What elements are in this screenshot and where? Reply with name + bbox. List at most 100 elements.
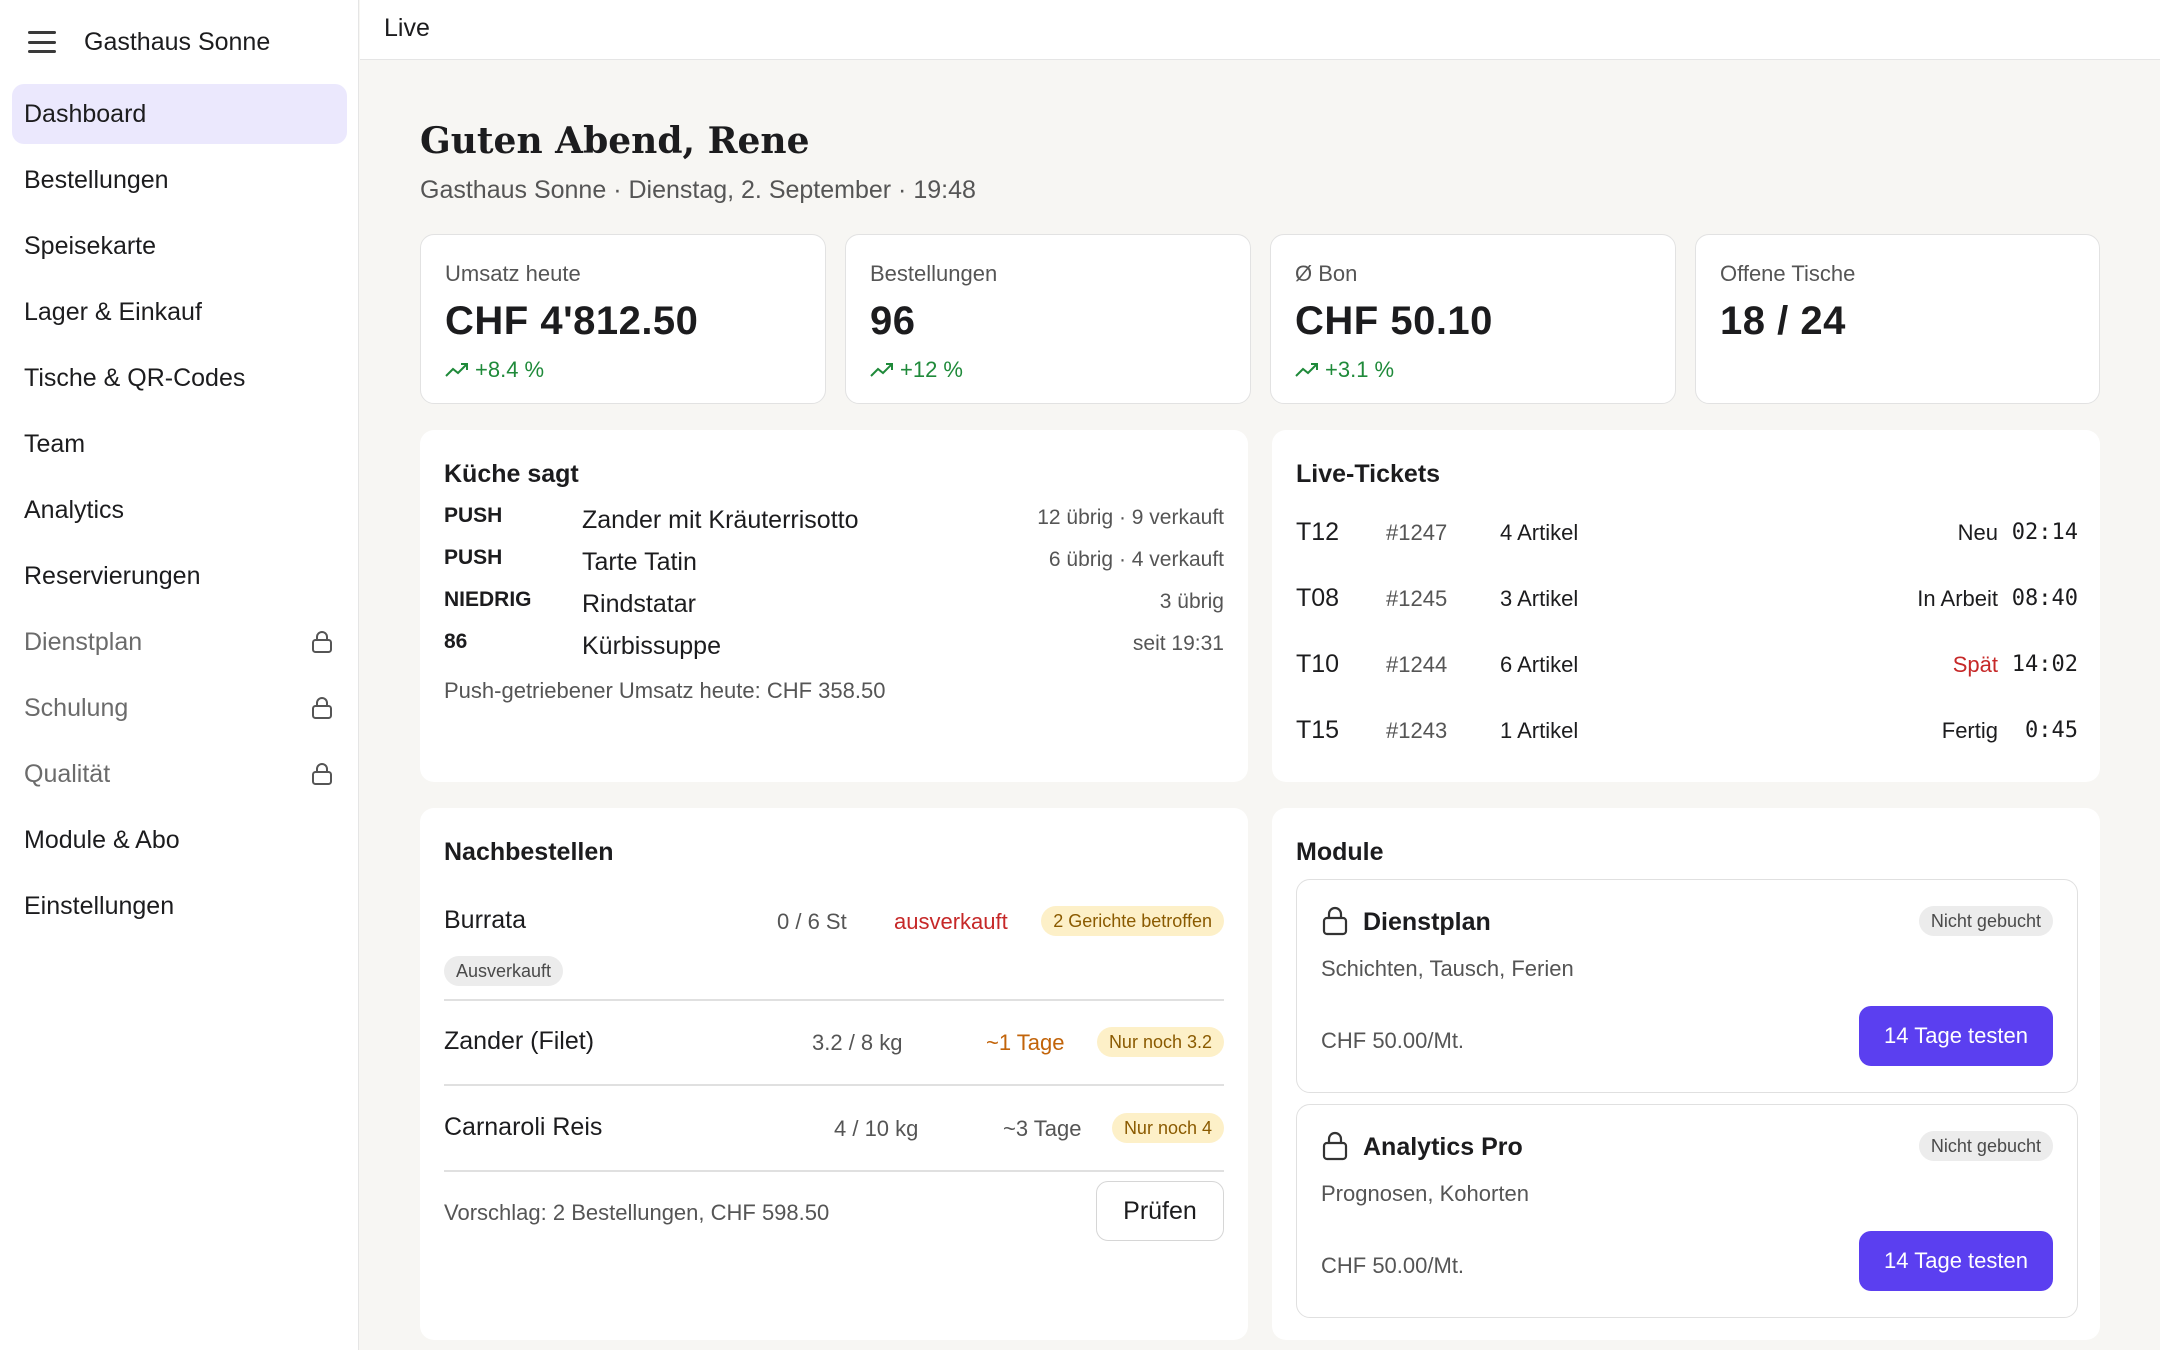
not-booked-badge: Nicht gebucht bbox=[1918, 1131, 2053, 1161]
reorder-item-name: Carnaroli Reis bbox=[444, 1113, 603, 1141]
reorder-item-qty: 4 / 10 kg bbox=[834, 1116, 919, 1141]
kpi-card-open-tables: Offene Tische 18 / 24 bbox=[1695, 234, 2100, 404]
ticket-items: 6 Artikel bbox=[1500, 652, 1579, 677]
sidebar-item-tische[interactable]: Tische & QR-Codes bbox=[12, 348, 347, 408]
top-bar: Live bbox=[360, 0, 2160, 60]
kpi-label: Offene Tische bbox=[1720, 261, 1856, 286]
lock-icon bbox=[1322, 906, 1348, 936]
stock-left-badge: Nur noch 3.2 bbox=[1096, 1027, 1224, 1057]
sidebar-item-module-abo[interactable]: Module & Abo bbox=[12, 810, 347, 870]
reorder-item-name: Burrata bbox=[444, 906, 526, 934]
lock-icon bbox=[312, 631, 332, 653]
check-button[interactable]: Prüfen bbox=[1096, 1181, 1224, 1241]
panel-title: Live-Tickets bbox=[1296, 460, 1441, 488]
kitchen-tag: NIEDRIG bbox=[444, 588, 532, 611]
kpi-card-revenue: Umsatz heute CHF 4'812.50 +8.4 % bbox=[420, 234, 826, 404]
sidebar-item-label: Module & Abo bbox=[24, 825, 180, 854]
kpi-value: CHF 4'812.50 bbox=[445, 299, 699, 343]
kpi-delta-value: +3.1 % bbox=[1325, 357, 1395, 382]
lock-icon bbox=[312, 763, 332, 785]
sidebar-item-reservierungen[interactable]: Reservierungen bbox=[12, 546, 347, 606]
kitchen-dish: Tarte Tatin bbox=[582, 548, 697, 576]
ticket-time: 08:40 bbox=[2011, 586, 2078, 611]
kpi-value: CHF 50.10 bbox=[1295, 299, 1493, 343]
ticket-items: 1 Artikel bbox=[1500, 718, 1579, 743]
sidebar-item-label: Schulung bbox=[24, 693, 129, 722]
kitchen-info: 3 übrig bbox=[1159, 590, 1224, 613]
reorder-suggestion: Vorschlag: 2 Bestellungen, CHF 598.50 bbox=[444, 1200, 830, 1225]
ticket-number: #1247 bbox=[1386, 520, 1448, 545]
ticket-items: 4 Artikel bbox=[1500, 520, 1579, 545]
modules-panel: Module Dienstplan Nicht gebucht Schichte… bbox=[1272, 808, 2100, 1340]
sidebar-item-label: Speisekarte bbox=[24, 231, 157, 260]
sidebar-item-label: Analytics bbox=[24, 495, 125, 524]
trend-up-icon bbox=[870, 363, 893, 377]
reorder-item-name: Zander (Filet) bbox=[444, 1027, 595, 1055]
ticket-time: 02:14 bbox=[2011, 520, 2078, 545]
ticket-row[interactable]: T12 #1247 4 Artikel Neu 02:14 bbox=[1296, 514, 2078, 554]
ticket-time: 14:02 bbox=[2011, 652, 2078, 677]
ticket-table: T10 bbox=[1296, 650, 1340, 678]
kitchen-row: NIEDRIG Rindstatar 3 übrig bbox=[444, 588, 1224, 624]
trend-up-icon bbox=[445, 363, 468, 377]
ticket-status: In Arbeit bbox=[1917, 586, 1998, 611]
ticket-row[interactable]: T10 #1244 6 Artikel Spät 14:02 bbox=[1296, 646, 2078, 686]
sidebar-item-label: Tische & QR-Codes bbox=[24, 363, 246, 392]
sidebar-item-dashboard[interactable]: Dashboard bbox=[12, 84, 347, 144]
kitchen-dish: Zander mit Kräuterrisotto bbox=[582, 506, 859, 534]
ticket-table: T08 bbox=[1296, 584, 1340, 612]
kitchen-info: 6 übrig · 4 verkauft bbox=[1048, 548, 1224, 571]
kpi-delta: +8.4 % bbox=[445, 357, 544, 383]
ticket-status: Spät bbox=[1952, 652, 1998, 677]
sidebar-item-speisekarte[interactable]: Speisekarte bbox=[12, 216, 347, 276]
ticket-number: #1244 bbox=[1386, 652, 1448, 677]
kitchen-tag: PUSH bbox=[444, 504, 503, 527]
sidebar-item-dienstplan[interactable]: Dienstplan bbox=[12, 612, 347, 672]
sidebar-item-einstellungen[interactable]: Einstellungen bbox=[12, 876, 347, 936]
ticket-number: #1243 bbox=[1386, 718, 1448, 743]
reorder-panel: Nachbestellen Burrata 0 / 6 St ausverkau… bbox=[420, 808, 1248, 1340]
module-price: CHF 50.00/Mt. bbox=[1321, 1253, 1465, 1278]
row-divider bbox=[444, 999, 1224, 1001]
sidebar-item-label: Lager & Einkauf bbox=[24, 297, 202, 326]
kpi-label: Bestellungen bbox=[870, 261, 998, 286]
trial-button[interactable]: 14 Tage testen bbox=[1859, 1006, 2053, 1066]
kitchen-panel: Küche sagt PUSH Zander mit Kräuterrisott… bbox=[420, 430, 1248, 782]
sidebar-item-label: Dashboard bbox=[24, 99, 147, 128]
ticket-row[interactable]: T08 #1245 3 Artikel In Arbeit 08:40 bbox=[1296, 580, 2078, 620]
reorder-item-qty: 3.2 / 8 kg bbox=[812, 1030, 903, 1055]
brand: Gasthaus Sonne bbox=[28, 22, 270, 62]
hamburger-menu-icon[interactable] bbox=[28, 31, 56, 53]
reorder-item-qty: 0 / 6 St bbox=[777, 909, 847, 934]
sidebar-item-analytics[interactable]: Analytics bbox=[12, 480, 347, 540]
kpi-card-orders: Bestellungen 96 +12 % bbox=[845, 234, 1251, 404]
sidebar-item-bestellungen[interactable]: Bestellungen bbox=[12, 150, 347, 210]
kitchen-row: PUSH Tarte Tatin 6 übrig · 4 verkauft bbox=[444, 546, 1224, 582]
lock-icon bbox=[312, 697, 332, 719]
sidebar-item-qualitaet[interactable]: Qualität bbox=[12, 744, 347, 804]
kpi-delta: +3.1 % bbox=[1295, 357, 1394, 383]
ticket-number: #1245 bbox=[1386, 586, 1448, 611]
sidebar-item-label: Dienstplan bbox=[24, 627, 143, 656]
not-booked-badge: Nicht gebucht bbox=[1918, 906, 2053, 936]
trial-button[interactable]: 14 Tage testen bbox=[1859, 1231, 2053, 1291]
module-description: Schichten, Tausch, Ferien bbox=[1321, 956, 1574, 981]
sidebar-item-lager[interactable]: Lager & Einkauf bbox=[12, 282, 347, 342]
live-tickets-panel: Live-Tickets T12 #1247 4 Artikel Neu 02:… bbox=[1272, 430, 2100, 782]
sidebar-nav: Dashboard Bestellungen Speisekarte Lager… bbox=[12, 84, 347, 942]
ticket-table: T12 bbox=[1296, 518, 1340, 546]
module-description: Prognosen, Kohorten bbox=[1321, 1181, 1529, 1206]
brand-name: Gasthaus Sonne bbox=[84, 27, 271, 56]
kpi-delta-value: +12 % bbox=[900, 357, 963, 382]
sidebar-item-label: Qualität bbox=[24, 759, 111, 788]
stock-left-badge: Nur noch 4 bbox=[1111, 1113, 1224, 1143]
sidebar-item-schulung[interactable]: Schulung bbox=[12, 678, 347, 738]
module-card-analytics-pro: Analytics Pro Nicht gebucht Prognosen, K… bbox=[1296, 1104, 2078, 1318]
ticket-time: 0:45 bbox=[2025, 718, 2078, 743]
ticket-row[interactable]: T15 #1243 1 Artikel Fertig 0:45 bbox=[1296, 712, 2078, 752]
ticket-status: Neu bbox=[1957, 520, 1998, 545]
ticket-status: Fertig bbox=[1941, 718, 1998, 743]
kitchen-tag: PUSH bbox=[444, 546, 503, 569]
ticket-table: T15 bbox=[1296, 716, 1340, 744]
sidebar-item-team[interactable]: Team bbox=[12, 414, 347, 474]
